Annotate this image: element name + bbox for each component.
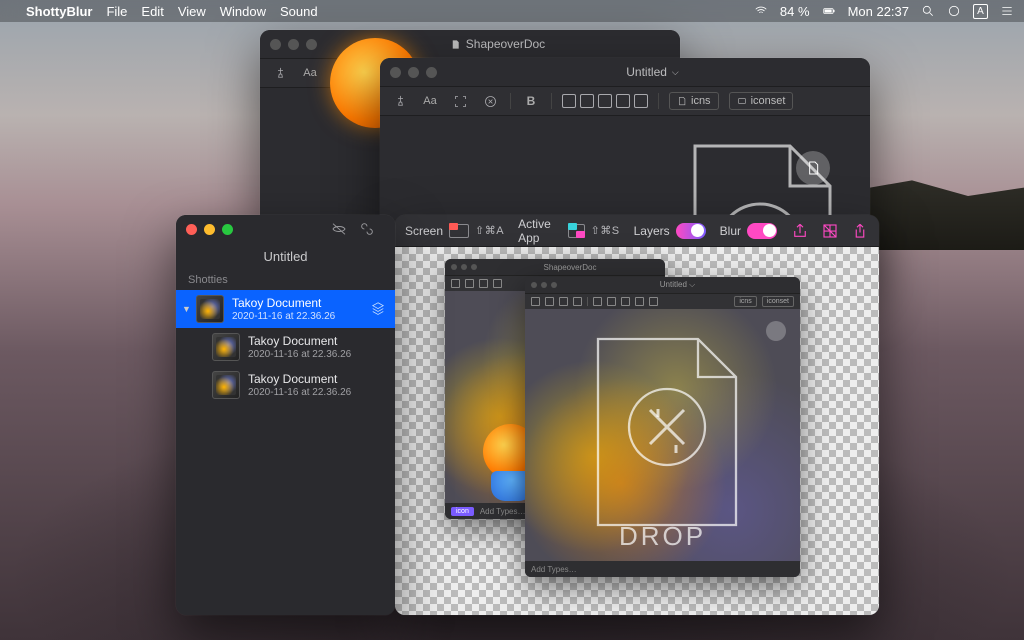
blur-toggle[interactable]: Blur (720, 223, 777, 239)
pin-icon[interactable] (270, 64, 290, 82)
document-badge-icon (766, 321, 786, 341)
battery-status[interactable]: 84 % (780, 4, 810, 19)
share-icon[interactable] (851, 222, 869, 240)
spotlight-icon[interactable] (921, 4, 935, 18)
sidebar-section-label: Shotties (176, 274, 395, 290)
export-icns-button[interactable]: icns (669, 92, 719, 110)
preview-canvas: ShapeoverDoc iconAdd Types… Untitled ⌵ i… (395, 247, 879, 615)
text-icon[interactable]: Aa (300, 64, 320, 82)
menu-window[interactable]: Window (220, 4, 266, 19)
clock[interactable]: Mon 22:37 (848, 4, 909, 19)
siri-icon[interactable] (947, 4, 961, 18)
drop-label: DROP (525, 521, 800, 552)
link-icon[interactable] (359, 221, 375, 237)
notification-center-icon[interactable] (1000, 4, 1014, 18)
capture-active-app-button[interactable]: Active App ⇧⌘S (518, 217, 620, 245)
pin-icon[interactable] (390, 92, 410, 110)
list-item[interactable]: ▼ Takoy Document2020-11-16 at 22.36.26 (176, 290, 395, 328)
layers-icon[interactable] (371, 301, 385, 318)
menu-file[interactable]: File (106, 4, 127, 19)
disclosure-icon[interactable]: ▼ (182, 304, 191, 314)
menubar: ShottyBlur File Edit View Window Sound 8… (0, 0, 1024, 22)
layers-toggle[interactable]: Layers (634, 223, 706, 239)
list-item[interactable]: Takoy Document2020-11-16 at 22.36.26 (176, 366, 395, 404)
app-menu[interactable]: ShottyBlur (26, 4, 92, 19)
thumbnail (212, 333, 240, 361)
sidebar-title: Untitled (176, 243, 395, 274)
menu-view[interactable]: View (178, 4, 206, 19)
preview-window-front: Untitled ⌵ icns iconset (525, 277, 800, 577)
sidebar-window[interactable]: Untitled Shotties ▼ Takoy Document2020-1… (176, 215, 395, 615)
window-title: Untitled⌵ (445, 65, 860, 79)
battery-icon (822, 4, 836, 18)
transparency-icon[interactable] (821, 222, 839, 240)
input-source-icon[interactable]: A (973, 4, 988, 19)
menu-sound[interactable]: Sound (280, 4, 318, 19)
capture-window[interactable]: Screen ⇧⌘A Active App ⇧⌘S Layers Blur Sh… (395, 215, 879, 615)
menu-edit[interactable]: Edit (141, 4, 163, 19)
text-icon[interactable]: Aa (420, 92, 440, 110)
visibility-icon[interactable] (331, 221, 347, 237)
capture-screen-button[interactable]: Screen ⇧⌘A (405, 224, 504, 238)
list-item[interactable]: Takoy Document2020-11-16 at 22.36.26 (176, 328, 395, 366)
thumbnail (212, 371, 240, 399)
focus-icon[interactable] (450, 92, 470, 110)
bold-icon[interactable]: B (521, 92, 541, 110)
wifi-icon[interactable] (754, 4, 768, 18)
drop-target-icon (580, 327, 750, 537)
tag-badge: icon (451, 507, 474, 516)
size-presets[interactable] (562, 94, 648, 108)
window-controls[interactable] (186, 224, 233, 235)
export-icon[interactable] (791, 222, 809, 240)
close-circle-icon[interactable] (480, 92, 500, 110)
thumbnail (196, 295, 224, 323)
export-iconset-button[interactable]: iconset (729, 92, 794, 110)
